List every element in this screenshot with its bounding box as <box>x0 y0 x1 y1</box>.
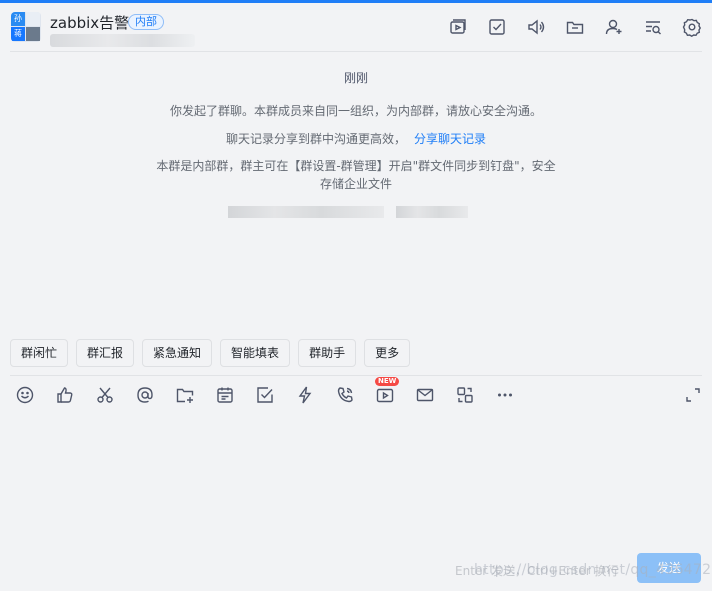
task-icon[interactable] <box>255 385 275 405</box>
quick-action-chips: 群闲忙 群汇报 紧急通知 智能填表 群助手 更多 <box>10 339 411 367</box>
mail-icon[interactable] <box>415 385 435 405</box>
more-icon[interactable] <box>495 385 515 405</box>
internal-group-text-line2: 存储企业文件 <box>319 177 392 191</box>
expand-editor-icon[interactable] <box>684 386 702 404</box>
avatar-glyph: 蒋 <box>14 29 22 38</box>
message-timestamp: 刚刚 <box>343 71 368 85</box>
chip-more[interactable]: 更多 <box>364 339 411 367</box>
settings-icon[interactable] <box>682 17 702 37</box>
new-badge: NEW <box>375 377 400 386</box>
system-message-internal-group: 本群是内部群，群主可在【群设置-群管理】开启"群文件同步到钉盘"，安全 存储企业… <box>0 157 712 193</box>
switch-icon[interactable] <box>455 385 475 405</box>
chat-header: 孙 蒋 zabbix告警 内部 <box>0 3 712 51</box>
add-member-icon[interactable] <box>604 17 624 37</box>
internal-group-text-line1: 本群是内部群，群主可在【群设置-群管理】开启"群文件同步到钉盘"，安全 <box>156 159 556 173</box>
chip-group-busy-status[interactable]: 群闲忙 <box>10 339 69 367</box>
blurred-system-message <box>396 206 468 218</box>
search-history-icon[interactable] <box>643 17 663 37</box>
announcement-icon[interactable] <box>526 17 546 37</box>
group-avatar[interactable]: 孙 蒋 <box>11 12 41 42</box>
avatar-glyph: 孙 <box>14 14 22 23</box>
share-history-link[interactable]: 分享聊天记录 <box>414 132 486 146</box>
chip-group-report[interactable]: 群汇报 <box>76 339 135 367</box>
header-divider <box>10 51 702 52</box>
blurred-system-message <box>228 206 384 218</box>
add-file-icon[interactable] <box>175 385 195 405</box>
chat-title[interactable]: zabbix告警 <box>50 12 129 33</box>
video-meeting-icon[interactable] <box>448 17 468 37</box>
task-check-icon[interactable] <box>487 17 507 37</box>
share-history-text: 聊天记录分享到群中沟通更高效， <box>225 132 406 146</box>
live-video-icon[interactable]: NEW <box>375 377 400 405</box>
emoji-icon[interactable] <box>15 385 35 405</box>
header-toolbar <box>448 17 702 37</box>
folder-icon[interactable] <box>565 17 585 37</box>
thumbs-up-icon[interactable] <box>55 385 75 405</box>
system-message-share-history: 聊天记录分享到群中沟通更高效， 分享聊天记录 <box>0 130 712 147</box>
input-toolbar: NEW <box>15 377 515 405</box>
mention-icon[interactable] <box>135 385 155 405</box>
chip-group-assistant[interactable]: 群助手 <box>298 339 357 367</box>
input-divider <box>10 375 702 376</box>
internal-badge: 内部 <box>128 14 164 30</box>
system-message-group-created: 你发起了群聊。本群成员来自同一组织，为内部群，请放心安全沟通。 <box>169 104 542 118</box>
ding-lightning-icon[interactable] <box>295 385 315 405</box>
call-icon[interactable] <box>335 385 355 405</box>
watermark: https://blog.csdn.net/qq_43647217 <box>474 562 712 578</box>
blurred-member-info <box>50 34 195 47</box>
calendar-icon[interactable] <box>215 385 235 405</box>
chip-smart-form[interactable]: 智能填表 <box>220 339 291 367</box>
chip-urgent-notice[interactable]: 紧急通知 <box>142 339 213 367</box>
scissors-icon[interactable] <box>95 385 115 405</box>
